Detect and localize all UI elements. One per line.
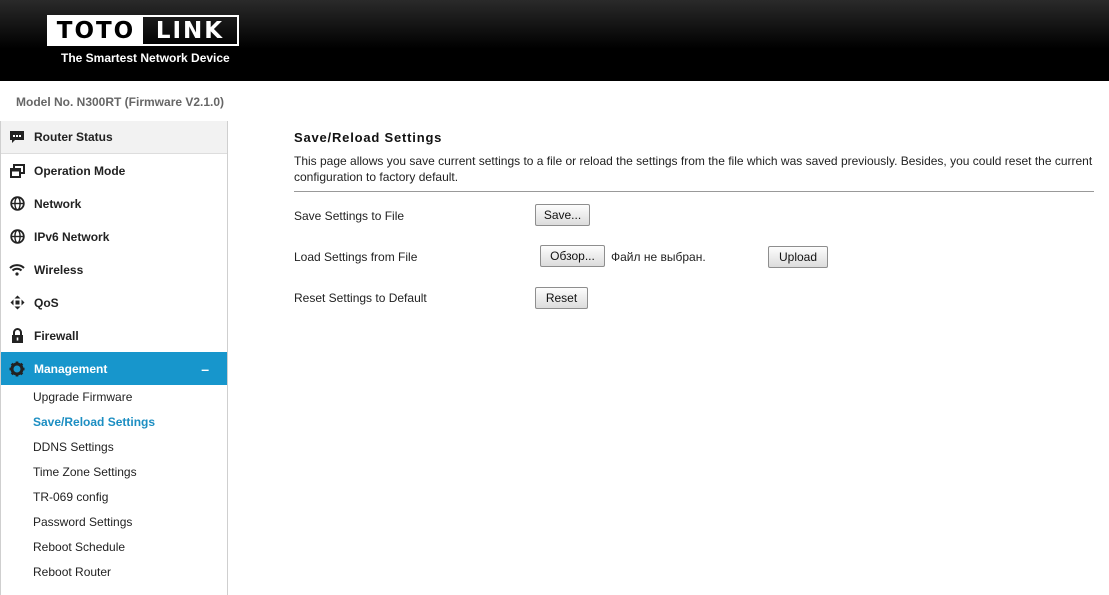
sidebar-item-label: Management — [34, 361, 108, 376]
upload-button[interactable]: Upload — [768, 246, 828, 268]
main-content: Save/Reload Settings This page allows yo… — [294, 130, 1094, 309]
logo-text-left: TOTO — [49, 17, 143, 44]
sidebar-item-router-status[interactable]: Router Status — [1, 121, 227, 154]
sidebar-sub-upgrade-firmware[interactable]: Upgrade Firmware — [1, 385, 227, 410]
sidebar-item-label: Firewall — [34, 328, 79, 343]
sidebar-sub-reboot-router[interactable]: Reboot Router — [1, 560, 227, 585]
sidebar-sub-time-zone-settings[interactable]: Time Zone Settings — [1, 460, 227, 485]
header-bar: TOTO LINK The Smartest Network Device — [0, 0, 1109, 81]
save-button[interactable]: Save... — [535, 204, 590, 226]
model-number: Model No. N300RT (Firmware V2.1.0) — [16, 95, 225, 109]
load-settings-label: Load Settings from File — [294, 250, 418, 264]
sidebar-sub-reboot-schedule[interactable]: Reboot Schedule — [1, 535, 227, 560]
sidebar-sub-password-settings[interactable]: Password Settings — [1, 510, 227, 535]
sidebar: Router Status Operation Mode Network IPv… — [0, 121, 228, 595]
save-settings-label: Save Settings to File — [294, 209, 405, 223]
qos-arrows-icon — [9, 295, 25, 311]
sidebar-item-firewall[interactable]: Firewall — [1, 319, 227, 352]
sidebar-item-label: QoS — [34, 295, 59, 310]
sidebar-item-label: IPv6 Network — [34, 229, 110, 244]
tagline: The Smartest Network Device — [61, 51, 230, 65]
gear-icon — [9, 361, 25, 377]
page-title: Save/Reload Settings — [294, 130, 443, 145]
collapse-icon[interactable]: – — [201, 361, 209, 377]
chat-icon — [9, 129, 25, 145]
sidebar-item-ipv6-network[interactable]: IPv6 Network — [1, 220, 227, 253]
sidebar-item-qos[interactable]: QoS — [1, 286, 227, 319]
sidebar-sub-save-reload-settings[interactable]: Save/Reload Settings — [1, 410, 227, 435]
logo-box: TOTO LINK — [47, 15, 239, 46]
sidebar-sub-tr069-config[interactable]: TR-069 config — [1, 485, 227, 510]
browse-button[interactable]: Обзор... — [540, 245, 605, 267]
sidebar-item-wireless[interactable]: Wireless — [1, 253, 227, 286]
globe-icon — [9, 196, 25, 212]
page-description: This page allows you save current settin… — [294, 154, 1093, 184]
reset-button[interactable]: Reset — [535, 287, 588, 309]
totolink-logo[interactable]: TOTO LINK The Smartest Network Device — [47, 15, 239, 65]
sidebar-item-label: Operation Mode — [34, 163, 126, 178]
sidebar-item-label: Network — [34, 196, 82, 211]
sidebar-item-management[interactable]: Management – — [1, 352, 227, 385]
logo-text-right: LINK — [155, 17, 225, 44]
sidebar-item-label: Router Status — [34, 130, 113, 144]
reset-settings-label: Reset Settings to Default — [294, 291, 427, 305]
sidebar-sub-ddns-settings[interactable]: DDNS Settings — [1, 435, 227, 460]
file-status: Файл не выбран. — [611, 250, 706, 264]
windows-icon — [9, 163, 25, 179]
sidebar-item-label: Wireless — [34, 262, 84, 277]
wifi-icon — [9, 262, 25, 278]
sidebar-item-operation-mode[interactable]: Operation Mode — [1, 154, 227, 187]
lock-icon — [9, 328, 25, 344]
divider — [294, 191, 1094, 192]
sidebar-item-network[interactable]: Network — [1, 187, 227, 220]
globe-icon — [9, 229, 25, 245]
